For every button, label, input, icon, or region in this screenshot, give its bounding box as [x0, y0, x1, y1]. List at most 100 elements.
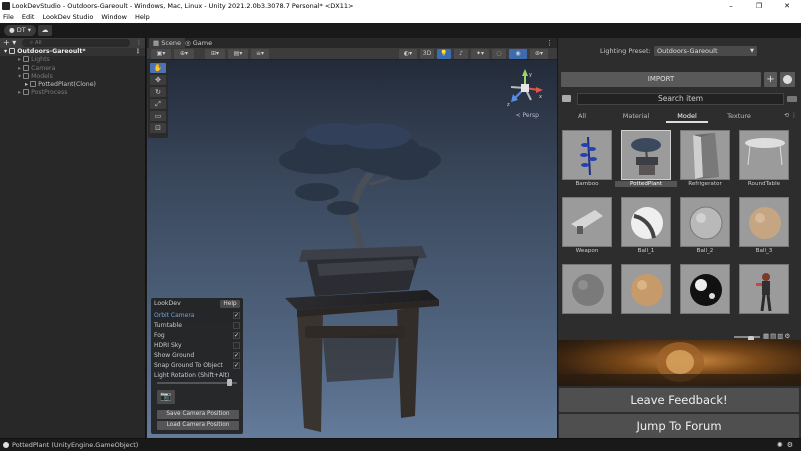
close-button[interactable]: ✕ — [773, 0, 801, 12]
snap-increment-button[interactable]: ▤▾ — [228, 49, 248, 59]
asset-item[interactable]: RoundTable — [739, 130, 789, 192]
asset-thumbnail[interactable] — [739, 130, 789, 180]
hierarchy-item[interactable]: ▾ Models — [0, 72, 145, 81]
menu-help[interactable]: Help — [135, 12, 150, 23]
hierarchy-scene-row[interactable]: ▾ Outdoors-Gareoult* ⋮ — [0, 48, 145, 57]
asset-thumbnail[interactable] — [562, 197, 612, 247]
hierarchy-search-input[interactable]: ⌕ All — [22, 39, 130, 47]
tab-all[interactable]: All — [562, 109, 602, 123]
view-mode-icons[interactable]: ▦▤▥⚙ — [763, 332, 791, 340]
asset-item[interactable]: Bamboo — [562, 130, 612, 192]
asset-thumbnail[interactable] — [621, 197, 671, 247]
asset-item[interactable] — [680, 264, 730, 326]
projection-label[interactable]: < Persp — [516, 112, 539, 119]
leave-feedback-button[interactable]: Leave Feedback! — [559, 388, 799, 412]
asset-thumbnail[interactable] — [680, 264, 730, 314]
hierarchy-menu-icon[interactable]: ⋮ — [136, 38, 142, 48]
cloud-icon[interactable]: ☁ — [38, 25, 52, 36]
menu-lookdev-studio[interactable]: LookDev Studio — [42, 12, 93, 23]
lookdev-option-checkbox[interactable] — [233, 342, 240, 349]
orientation-gizmo[interactable]: y x z — [505, 68, 545, 108]
folder-icon[interactable] — [562, 95, 571, 102]
preview-sphere-button[interactable] — [780, 72, 795, 87]
effects-button[interactable]: ✦▾ — [471, 49, 489, 59]
scene-view[interactable]: ▦ Scene ◎ Game ⋮ ▣▾ ⊕▾ ⊞▾ ▤▾ ≡▾ ◐▾ 3D 💡 … — [147, 38, 557, 438]
hand-tool-icon[interactable]: ✋ — [150, 63, 166, 73]
grid-snap-button[interactable]: ⊞▾ — [205, 49, 225, 59]
load-camera-button[interactable]: Load Camera Position — [157, 421, 239, 430]
rect-tool-icon[interactable]: ▭ — [150, 111, 166, 121]
save-camera-button[interactable]: Save Camera Position — [157, 410, 239, 419]
hidden-objects-icon[interactable]: ◌ — [492, 49, 506, 59]
pivot-button[interactable]: ⊕▾ — [174, 49, 194, 59]
hierarchy-item[interactable]: ▸ Lights — [0, 56, 145, 64]
menu-edit[interactable]: Edit — [22, 12, 35, 23]
layers-button[interactable]: ≡▾ — [251, 49, 269, 59]
lookdev-option-checkbox[interactable]: ✓ — [233, 332, 240, 339]
asset-thumbnail[interactable] — [621, 130, 671, 180]
scale-tool-icon[interactable]: ⤢ — [150, 99, 166, 109]
asset-thumbnail[interactable] — [739, 197, 789, 247]
tab-texture[interactable]: Texture — [718, 109, 760, 123]
minimize-button[interactable]: – — [717, 0, 745, 12]
lookdev-option[interactable]: Show Ground ✓ — [154, 351, 240, 361]
status-icons[interactable]: ✺⚙ — [777, 439, 797, 451]
menu-window[interactable]: Window — [101, 12, 127, 23]
hierarchy-item[interactable]: ▸ PottedPlant(Clone) — [0, 81, 145, 89]
draw-mode-button[interactable]: ▣▾ — [151, 49, 171, 59]
asset-thumbnail[interactable] — [680, 197, 730, 247]
lookdev-option-checkbox[interactable]: ✓ — [233, 352, 240, 359]
audio-toggle-icon[interactable]: ♪ — [454, 49, 468, 59]
asset-item[interactable]: Ball_3 — [739, 197, 789, 259]
asset-item[interactable]: PottedPlant — [615, 130, 677, 192]
tab-model[interactable]: Model — [666, 109, 708, 123]
lookdev-option[interactable]: HDRI Sky — [154, 341, 240, 351]
maximize-button[interactable]: ❐ — [745, 0, 773, 12]
scene-menu-icon[interactable]: ⋮ — [135, 48, 141, 56]
hierarchy-item[interactable]: ▸ PostProcess — [0, 89, 145, 97]
move-tool-icon[interactable]: ✥ — [150, 75, 166, 85]
screenshot-camera-icon[interactable]: 📷 — [157, 390, 175, 404]
asset-item[interactable] — [562, 264, 612, 326]
lookdev-option-checkbox[interactable]: ✓ — [233, 312, 240, 319]
search-filter-icon[interactable] — [787, 96, 797, 102]
refresh-icon[interactable]: ⟲ ⋮ — [784, 112, 797, 119]
asset-item[interactable] — [739, 264, 789, 326]
thumbnail-size-slider[interactable] — [734, 336, 760, 343]
tab-game[interactable]: ◎ Game — [181, 38, 216, 48]
lighting-toggle-icon[interactable]: 💡 — [437, 49, 451, 59]
camera-settings-icon[interactable]: ◉ — [509, 49, 527, 59]
lookdev-option[interactable]: Snap Ground To Object ✓ — [154, 361, 240, 371]
shading-mode-button[interactable]: ◐▾ — [399, 49, 417, 59]
asset-item[interactable]: Ball_2 — [680, 197, 730, 259]
light-rotation-slider[interactable] — [157, 379, 237, 386]
asset-item[interactable]: Ball_1 — [621, 197, 671, 259]
gizmos-button[interactable]: ⊛▾ — [530, 49, 548, 59]
light-rotation-knob[interactable] — [226, 379, 232, 386]
add-asset-button[interactable]: + — [764, 72, 777, 87]
asset-item[interactable]: Refrigerator — [680, 130, 730, 192]
lookdev-option[interactable]: Turntable — [154, 321, 240, 331]
lighting-preset-dropdown[interactable]: Outdoors-Gareoult ▼ — [654, 46, 757, 56]
rotate-tool-icon[interactable]: ↻ — [150, 87, 166, 97]
jump-to-forum-button[interactable]: Jump To Forum — [559, 414, 799, 438]
scene-tab-menu-icon[interactable]: ⋮ — [546, 38, 553, 48]
asset-thumbnail[interactable] — [562, 264, 612, 314]
search-item-input[interactable]: Search item — [577, 93, 784, 105]
lookdev-option-checkbox[interactable]: ✓ — [233, 362, 240, 369]
asset-item[interactable]: Weapon — [562, 197, 612, 259]
asset-item[interactable] — [621, 264, 671, 326]
transform-tool-icon[interactable]: ⊡ — [150, 123, 166, 133]
tab-material[interactable]: Material — [614, 109, 658, 123]
import-button[interactable]: IMPORT — [561, 72, 761, 87]
tab-scene[interactable]: ▦ Scene — [149, 38, 186, 48]
account-dropdown[interactable]: ● DT ▾ — [4, 25, 37, 36]
add-object-button[interactable]: + ▾ — [3, 38, 16, 48]
mode-2d3d-toggle[interactable]: 3D — [420, 49, 434, 59]
asset-thumbnail[interactable] — [621, 264, 671, 314]
asset-thumbnail[interactable] — [739, 264, 789, 314]
lookdev-option[interactable]: Orbit Camera ✓ — [154, 311, 240, 321]
lookdev-help-button[interactable]: Help — [220, 300, 240, 308]
hierarchy-item[interactable]: ▸ Camera — [0, 64, 145, 73]
asset-thumbnail[interactable] — [562, 130, 612, 180]
